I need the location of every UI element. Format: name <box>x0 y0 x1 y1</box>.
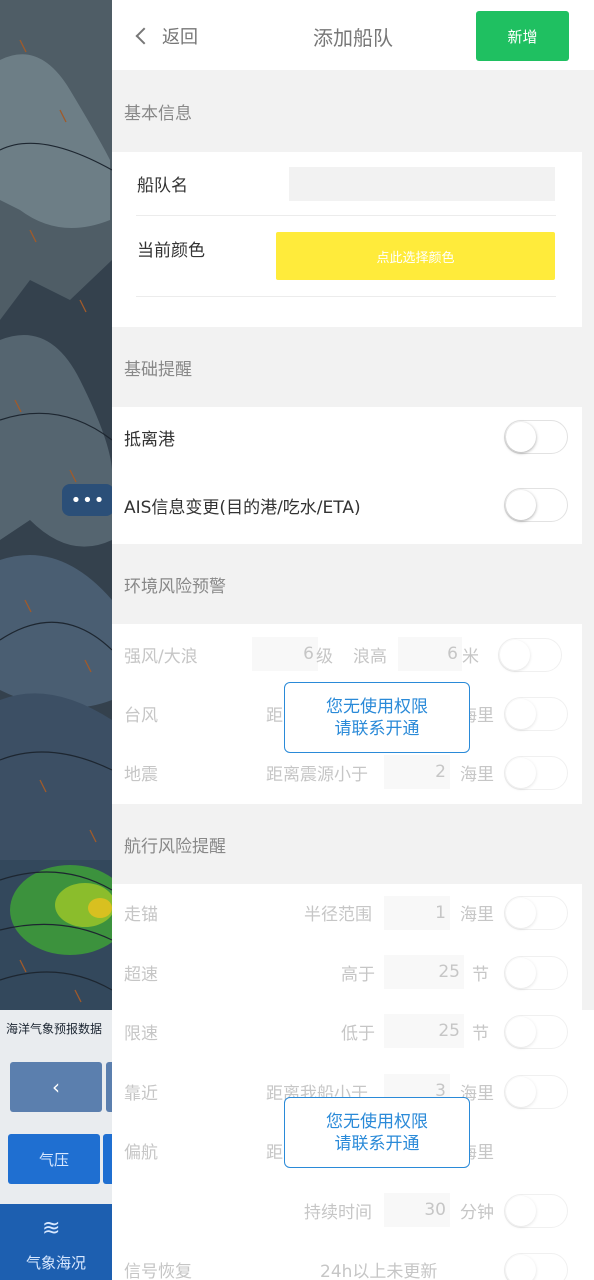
permission-notice-env[interactable]: 您无使用权限 请联系开通 <box>284 682 470 753</box>
overspeed-value[interactable]: 25 <box>384 955 464 989</box>
fleet-name-input[interactable] <box>289 167 555 201</box>
deviation-label: 偏航 <box>124 1143 158 1163</box>
typhoon-label: 台风 <box>124 706 158 726</box>
signal-recovery-label: 信号恢复 <box>124 1262 192 1280</box>
section-env-risk: 环境风险预警 <box>112 544 582 624</box>
deviation-toggle[interactable] <box>504 1194 568 1228</box>
section-nav-risk: 航行风险提醒 <box>112 804 582 884</box>
ais-change-toggle[interactable] <box>504 488 568 522</box>
wind-level-value[interactable]: 6 <box>252 637 318 671</box>
anchor-radius-unit: 海里 <box>460 905 494 925</box>
permission-notice-line1: 您无使用权限 <box>326 1111 428 1132</box>
bottom-nav-weather-label: 气象海况 <box>25 1254 86 1272</box>
toggle-knob <box>506 1196 536 1226</box>
select-color-button[interactable]: 点此选择颜色 <box>276 232 555 280</box>
fleet-name-label: 船队名 <box>137 176 188 196</box>
section-basic-alerts: 基础提醒 <box>112 327 582 407</box>
toggle-knob <box>506 898 536 928</box>
toggle-knob <box>506 958 536 988</box>
permission-notice-line2: 请联系开通 <box>334 718 420 739</box>
map-data-caption: 海洋气象预报数据 <box>6 1022 103 1036</box>
add-button[interactable]: 新增 <box>476 11 569 61</box>
toggle-knob <box>500 640 530 670</box>
earthquake-label: 地震 <box>124 765 158 785</box>
arrival-departure-toggle[interactable] <box>504 420 568 454</box>
permission-notice-line2: 请联系开通 <box>334 1133 420 1154</box>
typhoon-toggle[interactable] <box>504 697 568 731</box>
toggle-knob <box>506 1255 536 1280</box>
strong-wind-label: 强风/大浪 <box>124 647 198 667</box>
chevron-left-icon <box>135 27 153 45</box>
permission-notice-line1: 您无使用权限 <box>326 696 428 717</box>
divider <box>136 296 556 297</box>
earthquake-unit: 海里 <box>460 765 494 785</box>
section-basic-info: 基本信息 <box>112 70 582 152</box>
overspeed-unit: 节 <box>472 965 489 985</box>
top-bar: 返回 添加船队 新增 <box>112 0 594 70</box>
earthquake-distance-value[interactable]: 2 <box>384 755 450 789</box>
ais-change-label: AIS信息变更(目的港/吃水/ETA) <box>124 498 361 518</box>
underspeed-toggle[interactable] <box>504 1015 568 1049</box>
earthquake-toggle[interactable] <box>504 756 568 790</box>
toggle-knob <box>506 758 536 788</box>
underspeed-label: 限速 <box>124 1024 158 1044</box>
anchor-drag-label: 走锚 <box>124 905 158 925</box>
map-back-button[interactable]: ‹ <box>10 1062 102 1112</box>
approach-label: 靠近 <box>124 1084 158 1104</box>
overspeed-label: 超速 <box>124 965 158 985</box>
duration-value[interactable]: 30 <box>384 1193 450 1227</box>
underspeed-unit: 节 <box>472 1024 489 1044</box>
toggle-knob <box>506 699 536 729</box>
scrollbar[interactable] <box>582 70 594 1010</box>
wind-level-unit: 级 <box>316 647 333 667</box>
underspeed-value[interactable]: 25 <box>384 1014 464 1048</box>
duration-condition: 持续时间 <box>304 1203 372 1223</box>
arrival-departure-label: 抵离港 <box>124 430 175 450</box>
typhoon-condition: 距 <box>266 706 283 726</box>
toggle-knob <box>506 1017 536 1047</box>
more-options-button[interactable]: ••• <box>62 484 114 516</box>
back-button[interactable]: 返回 <box>135 22 198 50</box>
permission-notice-nav[interactable]: 您无使用权限 请联系开通 <box>284 1097 470 1168</box>
current-color-label: 当前颜色 <box>137 241 205 261</box>
anchor-radius-value[interactable]: 1 <box>384 896 450 930</box>
toggle-knob <box>506 490 536 520</box>
signal-recovery-toggle[interactable] <box>504 1253 568 1280</box>
underspeed-condition: 低于 <box>341 1024 375 1044</box>
overspeed-condition: 高于 <box>341 965 375 985</box>
approach-toggle[interactable] <box>504 1075 568 1109</box>
wave-height-unit: 米 <box>462 647 479 667</box>
anchor-drag-toggle[interactable] <box>504 896 568 930</box>
bottom-nav-weather[interactable]: ≋ 气象海况 <box>0 1204 112 1280</box>
toggle-knob <box>506 422 536 452</box>
wave-height-value[interactable]: 6 <box>398 637 462 671</box>
anchor-drag-condition: 半径范围 <box>304 905 372 925</box>
back-button-label: 返回 <box>162 27 198 48</box>
signal-recovery-condition: 24h以上未更新 <box>320 1262 438 1280</box>
duration-unit: 分钟 <box>460 1203 494 1223</box>
strong-wind-toggle[interactable] <box>498 638 562 672</box>
earthquake-condition: 距离震源小于 <box>266 765 368 785</box>
pressure-layer-button[interactable]: 气压 <box>8 1134 100 1184</box>
deviation-condition: 距 <box>266 1143 283 1163</box>
overspeed-toggle[interactable] <box>504 956 568 990</box>
divider <box>136 215 556 216</box>
toggle-knob <box>506 1077 536 1107</box>
wind-icon: ≋ <box>42 1216 61 1241</box>
wave-height-label: 浪高 <box>353 647 387 667</box>
add-fleet-panel: 返回 添加船队 新增 基本信息 船队名 当前颜色 点此选择颜色 基础提醒 抵离港… <box>112 0 594 1280</box>
